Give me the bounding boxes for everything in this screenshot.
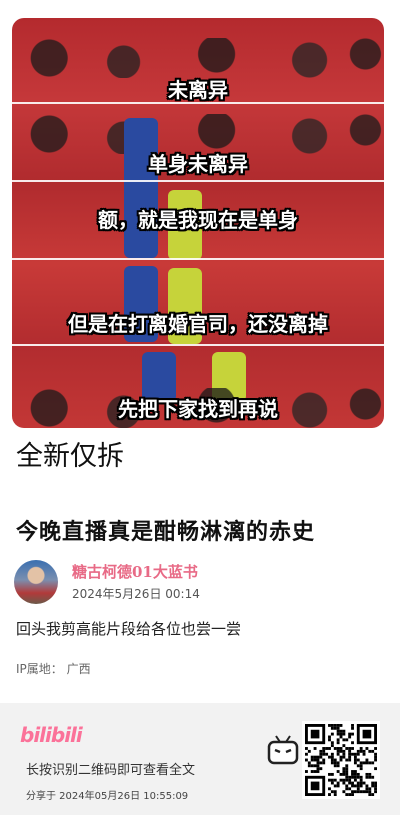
- share-footer: bilibili 长按识别二维码即可查看全文 分享于 2024年05月26日 1…: [0, 703, 400, 815]
- subtitle-4: 但是在打离婚官司，还没离掉: [68, 312, 328, 336]
- subtitle-1: 未离异: [168, 78, 228, 102]
- video-screenshot: 未离异 单身未离异 额，就是我现在是单身 但是在打离婚官司，还没离掉 先把下家找…: [12, 18, 384, 428]
- share-time: 分享于 2024年05月26日 10:55:09: [26, 791, 189, 802]
- frame-divider: [12, 258, 384, 260]
- frame-divider: [12, 102, 384, 104]
- frame-divider: [12, 180, 384, 182]
- post-title: 今晚直播真是酣畅淋漓的赤史: [16, 519, 316, 545]
- image-caption: 全新仅拆: [16, 441, 124, 472]
- post-card: 今晚直播真是酣畅淋漓的赤史 糖古柯德01大蓝书 2024年5月26日 00:14…: [0, 492, 400, 687]
- post-body: 回头我剪高能片段给各位也尝一尝: [16, 620, 242, 638]
- qr-hint: 长按识别二维码即可查看全文: [26, 763, 196, 778]
- crowd-shape: [12, 38, 384, 78]
- qr-code-icon[interactable]: [302, 721, 380, 799]
- tv-mascot-icon: [267, 735, 299, 765]
- author-name[interactable]: 糖古柯德01大蓝书: [72, 561, 198, 582]
- subtitle-2: 单身未离异: [148, 152, 248, 176]
- avatar[interactable]: [14, 560, 58, 604]
- post-date: 2024年5月26日 00:14: [72, 587, 200, 601]
- subtitle-3: 额，就是我现在是单身: [98, 208, 298, 232]
- subtitle-5: 先把下家找到再说: [118, 397, 278, 421]
- bilibili-logo: bilibili: [20, 723, 83, 747]
- ip-location: IP属地： 广西: [16, 662, 91, 676]
- frame-divider: [12, 344, 384, 346]
